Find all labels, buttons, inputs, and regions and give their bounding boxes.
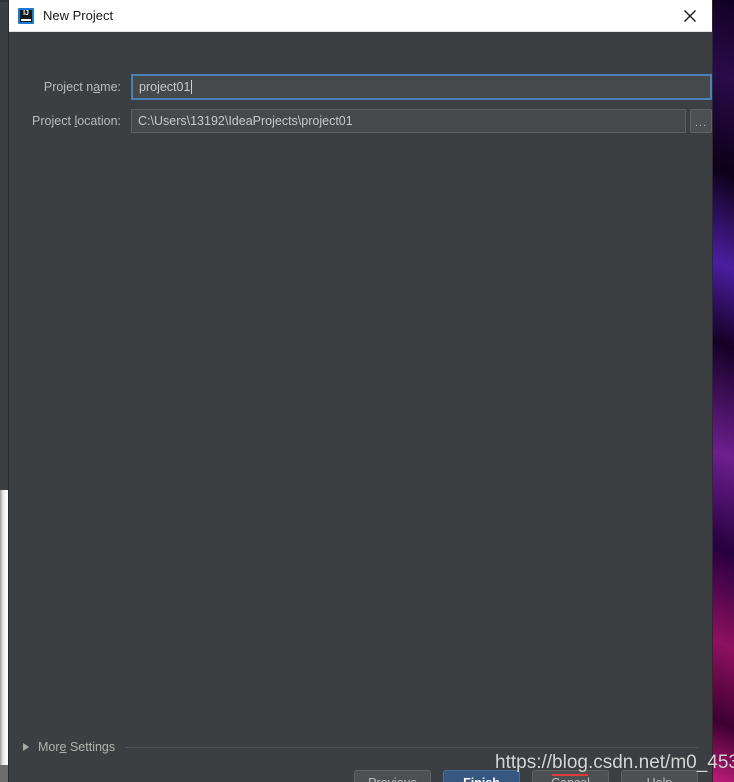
project-name-label: Project name: <box>9 80 131 94</box>
screen: ts 至 ts IJ New Project Proje <box>0 0 734 782</box>
background-sidebar-fragment-3: ts <box>0 176 9 188</box>
new-project-dialog: IJ New Project Project name: project01 P… <box>9 0 712 782</box>
csdn-watermark-suffix: .csdn.net/m0_45311187 <box>587 752 734 773</box>
previous-button[interactable]: Previous <box>354 770 431 782</box>
chevron-right-icon <box>23 743 29 751</box>
project-name-value: project01 <box>139 80 191 94</box>
intellij-idea-icon-letters: IJ <box>23 9 29 17</box>
dialog-title: New Project <box>43 8 114 23</box>
project-name-label-before: Project n <box>43 80 94 94</box>
background-editor-strip-shadow <box>0 765 9 782</box>
project-name-label-after: me: <box>100 80 121 94</box>
finish-button-after: inish <box>471 776 500 782</box>
project-location-row: Project location: C:\Users\13192\IdeaPro… <box>9 109 712 133</box>
dialog-titlebar: IJ New Project <box>9 0 712 32</box>
background-sidebar-fragment-2: 至 <box>0 148 9 160</box>
csdn-watermark: https://blog.csdn.net/m0_45311187 <box>495 752 734 776</box>
previous-button-mnemonic: P <box>368 776 376 782</box>
help-button-before: Hel <box>647 776 666 782</box>
project-location-label: Project location: <box>9 114 131 128</box>
intellij-idea-icon: IJ <box>18 7 34 24</box>
more-settings-label-after: Settings <box>66 740 116 754</box>
dialog-body: Project name: project01 Project location… <box>9 32 712 782</box>
project-location-label-before: Project <box>32 114 75 128</box>
desktop-wallpaper <box>710 0 734 782</box>
project-location-value: C:\Users\13192\IdeaProjects\project01 <box>138 114 353 128</box>
background-editor-strip <box>0 490 9 765</box>
background-sidebar-fragment-1: ts <box>0 118 9 130</box>
text-caret <box>191 80 193 94</box>
project-location-input[interactable]: C:\Users\13192\IdeaProjects\project01 <box>131 109 687 133</box>
csdn-watermark-prefix: https:// <box>495 752 553 773</box>
more-settings-label: More Settings <box>38 740 115 754</box>
csdn-watermark-underlined: blog <box>552 752 588 776</box>
finish-button-mnemonic: F <box>463 776 471 782</box>
cancel-button-before: Cancel <box>551 776 590 782</box>
project-name-row: Project name: project01 <box>9 74 712 100</box>
project-location-label-after: ocation: <box>77 114 121 128</box>
background-sidebar-labels: ts 至 ts <box>0 118 9 188</box>
project-name-input[interactable]: project01 <box>131 74 712 100</box>
close-icon[interactable] <box>667 0 712 31</box>
previous-button-after: revious <box>377 776 417 782</box>
browse-folder-button[interactable]: ... <box>690 109 712 133</box>
more-settings-divider <box>125 746 698 748</box>
intellij-idea-icon-bar <box>21 18 31 21</box>
help-button-mnemonic: p <box>665 776 672 782</box>
more-settings-label-before: Mor <box>38 740 60 754</box>
